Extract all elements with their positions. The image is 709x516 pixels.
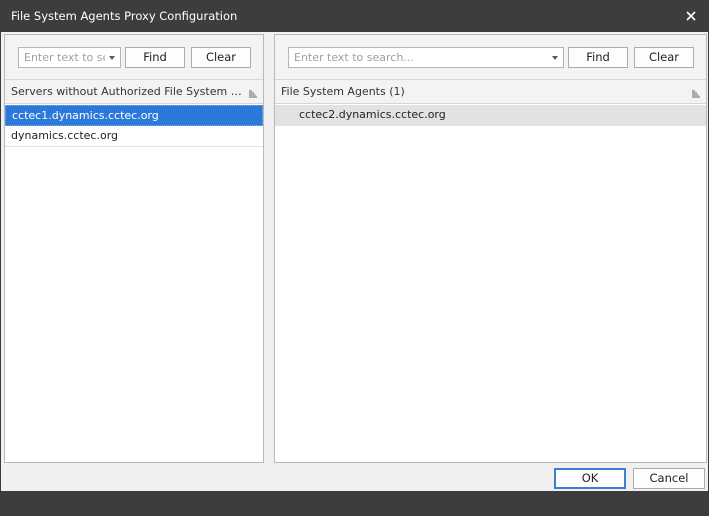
footer-bar: [1, 491, 708, 515]
right-search-input[interactable]: [289, 48, 547, 67]
servers-header-text: Servers without Authorized File System A…: [11, 85, 243, 98]
dialog-window: File System Agents Proxy Configuration F…: [0, 0, 709, 516]
agents-header-text: File System Agents (1): [281, 85, 405, 98]
servers-pane: Find Clear Servers without Authorized Fi…: [4, 34, 264, 463]
cancel-button[interactable]: Cancel: [633, 468, 705, 489]
sort-icon[interactable]: [249, 88, 257, 98]
right-find-button[interactable]: Find: [568, 47, 628, 68]
left-search-input[interactable]: [19, 48, 105, 67]
agents-pane: Find Clear File System Agents (1) cctec2…: [274, 34, 707, 463]
servers-column-header[interactable]: Servers without Authorized File System A…: [5, 80, 263, 104]
server-list-item[interactable]: dynamics.cctec.org: [5, 126, 263, 147]
left-clear-button[interactable]: Clear: [191, 47, 251, 68]
title-bar: File System Agents Proxy Configuration: [1, 1, 708, 32]
right-search-box[interactable]: [288, 47, 564, 68]
agent-list-item[interactable]: cctec2.dynamics.cctec.org: [275, 105, 706, 126]
right-clear-button[interactable]: Clear: [634, 47, 694, 68]
left-search-box[interactable]: [18, 47, 121, 68]
left-find-button[interactable]: Find: [125, 47, 185, 68]
ok-button[interactable]: OK: [554, 468, 626, 489]
left-search-dropdown-icon[interactable]: [104, 48, 120, 67]
right-search-dropdown-icon[interactable]: [547, 48, 563, 67]
agents-column-header[interactable]: File System Agents (1): [275, 80, 706, 104]
right-search-toolbar: Find Clear: [275, 35, 706, 80]
left-search-toolbar: Find Clear: [5, 35, 263, 80]
window-title: File System Agents Proxy Configuration: [11, 9, 238, 23]
server-list-item[interactable]: cctec1.dynamics.cctec.org: [5, 105, 263, 126]
sort-icon[interactable]: [692, 88, 700, 98]
close-icon[interactable]: [682, 7, 700, 25]
